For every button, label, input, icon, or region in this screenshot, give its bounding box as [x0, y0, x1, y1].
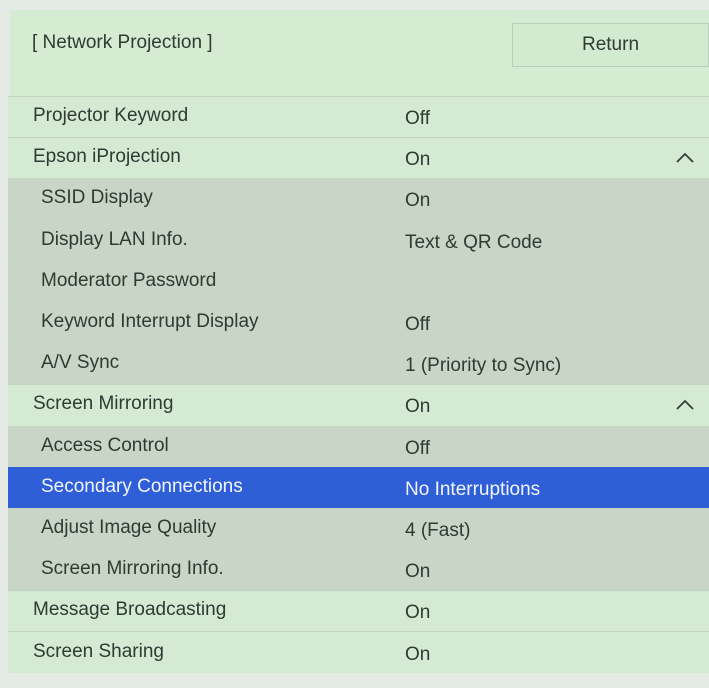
menu-row-access-control[interactable]: Access Control Off [8, 425, 709, 467]
menu-row-screen-mirroring[interactable]: Screen Mirroring On [8, 384, 709, 426]
menu-row-value: 4 (Fast) [405, 520, 471, 542]
menu-row-adjust-image-quality[interactable]: Adjust Image Quality 4 (Fast) [8, 507, 709, 550]
return-button[interactable]: Return [512, 23, 709, 67]
menu-row-value: On [405, 149, 431, 171]
menu-row-av-sync[interactable]: A/V Sync 1 (Priority to Sync) [8, 343, 709, 385]
menu-row-label: Screen Mirroring Info. [41, 558, 224, 580]
menu-row-label: Projector Keyword [33, 104, 189, 126]
menu-row-value: On [405, 561, 431, 583]
menu-row-value: Off [405, 108, 430, 130]
menu-row-projector-keyword[interactable]: Projector Keyword Off [8, 96, 709, 138]
menu-row-value: On [405, 643, 431, 665]
menu-row-label: Moderator Password [41, 269, 217, 291]
menu-row-value: On [405, 602, 431, 624]
menu-row-value: 1 (Priority to Sync) [405, 355, 562, 377]
settings-list: Projector Keyword Off Epson iProjection … [8, 96, 709, 673]
menu-row-label: Keyword Interrupt Display [41, 310, 259, 332]
menu-row-ssid-display[interactable]: SSID Display On [8, 178, 709, 220]
menu-row-label: Screen Sharing [33, 640, 164, 662]
chevron-up-icon[interactable] [675, 398, 695, 412]
menu-row-label: Message Broadcasting [33, 599, 227, 621]
menu-row-value: Text & QR Code [405, 231, 543, 253]
menu-row-value: On [405, 190, 431, 212]
menu-row-value: No Interruptions [405, 478, 541, 500]
projector-menu-screen: [ Network Projection ] Return Projector … [0, 0, 709, 688]
menu-row-label: A/V Sync [41, 352, 120, 374]
menu-row-label: Adjust Image Quality [41, 516, 217, 538]
menu-row-label: Access Control [41, 434, 169, 456]
menu-row-value: Off [405, 314, 430, 336]
menu-row-epson-iprojection[interactable]: Epson iProjection On [8, 137, 709, 179]
menu-row-value: On [405, 396, 431, 418]
menu-row-secondary-connections[interactable]: Secondary Connections No Interruptions [8, 466, 709, 508]
menu-row-label: Screen Mirroring [33, 393, 174, 415]
menu-row-label: Display LAN Info. [41, 228, 188, 250]
menu-row-label: Secondary Connections [41, 475, 243, 497]
menu-row-screen-sharing[interactable]: Screen Sharing On [8, 631, 709, 673]
menu-row-label: SSID Display [41, 187, 153, 209]
menu-row-moderator-password[interactable]: Moderator Password [8, 260, 709, 302]
page-title: [ Network Projection ] [32, 32, 213, 53]
menu-header: [ Network Projection ] Return [10, 10, 709, 96]
menu-row-value: Off [405, 437, 430, 459]
menu-row-display-lan-info[interactable]: Display LAN Info. Text & QR Code [8, 219, 709, 261]
chevron-up-icon[interactable] [675, 151, 695, 165]
menu-row-screen-mirroring-info[interactable]: Screen Mirroring Info. On [8, 549, 709, 591]
menu-row-message-broadcasting[interactable]: Message Broadcasting On [8, 590, 709, 632]
menu-row-label: Epson iProjection [33, 146, 181, 168]
menu-row-keyword-interrupt-display[interactable]: Keyword Interrupt Display Off [8, 301, 709, 344]
